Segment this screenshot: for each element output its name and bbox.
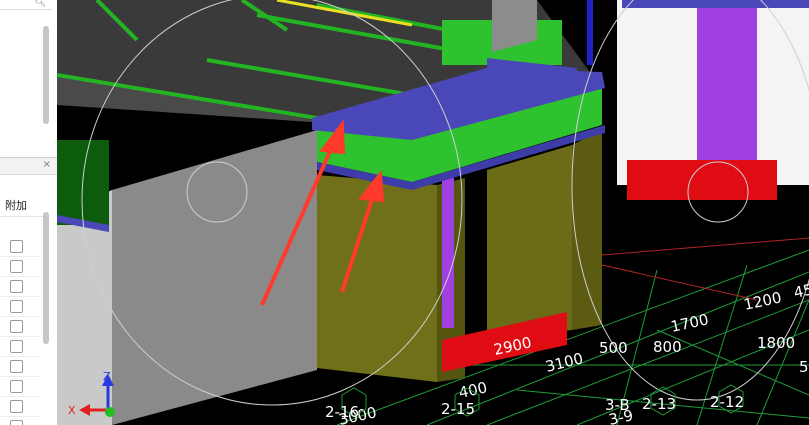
checkbox-row xyxy=(0,236,40,257)
attach-checkbox[interactable] xyxy=(10,400,23,413)
right-footing xyxy=(627,160,777,200)
gizmo-z-label: Z xyxy=(103,370,111,383)
checkbox-row xyxy=(0,296,40,317)
right-building-cap xyxy=(622,0,809,8)
checkbox-row xyxy=(0,416,40,425)
checkbox-row xyxy=(0,256,40,277)
attach-checkbox[interactable] xyxy=(10,280,23,293)
dim-500: 500 xyxy=(599,339,628,357)
column-back-side xyxy=(572,130,602,330)
purple-member xyxy=(442,178,454,328)
gizmo-x-label: X xyxy=(68,404,76,417)
properties-scrollbar[interactable] xyxy=(43,212,49,344)
properties-header: × xyxy=(0,158,57,175)
tree-scrollbar[interactable] xyxy=(43,26,49,124)
attach-checkbox[interactable] xyxy=(10,360,23,373)
checkbox-row xyxy=(0,396,40,417)
checkbox-row xyxy=(0,356,40,377)
attach-checkbox[interactable] xyxy=(10,300,23,313)
attach-checkbox[interactable] xyxy=(10,340,23,353)
right-blue-post xyxy=(587,0,593,65)
close-icon[interactable]: × xyxy=(43,159,51,170)
y-axis-dot-icon xyxy=(105,407,115,417)
checkbox-row xyxy=(0,276,40,297)
axis-2-16: 2-16 xyxy=(325,403,359,421)
attach-checkbox[interactable] xyxy=(10,380,23,393)
property-panel: 🔍︎ × 附加 xyxy=(0,0,58,425)
column-front xyxy=(317,175,437,382)
checkbox-row xyxy=(0,376,40,397)
component-tree-section: 🔍︎ xyxy=(0,0,57,158)
column-back xyxy=(487,145,572,340)
axis-2-15: 2-15 xyxy=(441,400,475,418)
attach-checkbox[interactable] xyxy=(10,420,23,425)
axis-2-12: 2-12 xyxy=(710,393,744,411)
dim-1800: 1800 xyxy=(757,334,795,352)
search-icon[interactable]: 🔍︎ xyxy=(35,0,46,8)
axis-5: 5 xyxy=(799,358,809,376)
checkbox-row xyxy=(0,336,40,357)
attach-checkbox[interactable] xyxy=(10,260,23,273)
axis-2-13: 2-13 xyxy=(642,395,676,413)
checkbox-row xyxy=(0,316,40,337)
3d-scene[interactable]: 2900 3100 500 800 1700 1200 45 1800 400 … xyxy=(57,0,809,425)
right-purple-core xyxy=(697,8,757,168)
attach-checkbox[interactable] xyxy=(10,240,23,253)
search-input[interactable]: 🔍︎ xyxy=(0,0,52,10)
column-header-extra: 附加 xyxy=(0,196,45,217)
dim-45: 45 xyxy=(792,280,809,302)
3d-viewport[interactable]: 2900 3100 500 800 1700 1200 45 1800 400 … xyxy=(57,0,809,425)
attach-checkbox[interactable] xyxy=(10,320,23,333)
dim-800: 800 xyxy=(653,338,682,356)
